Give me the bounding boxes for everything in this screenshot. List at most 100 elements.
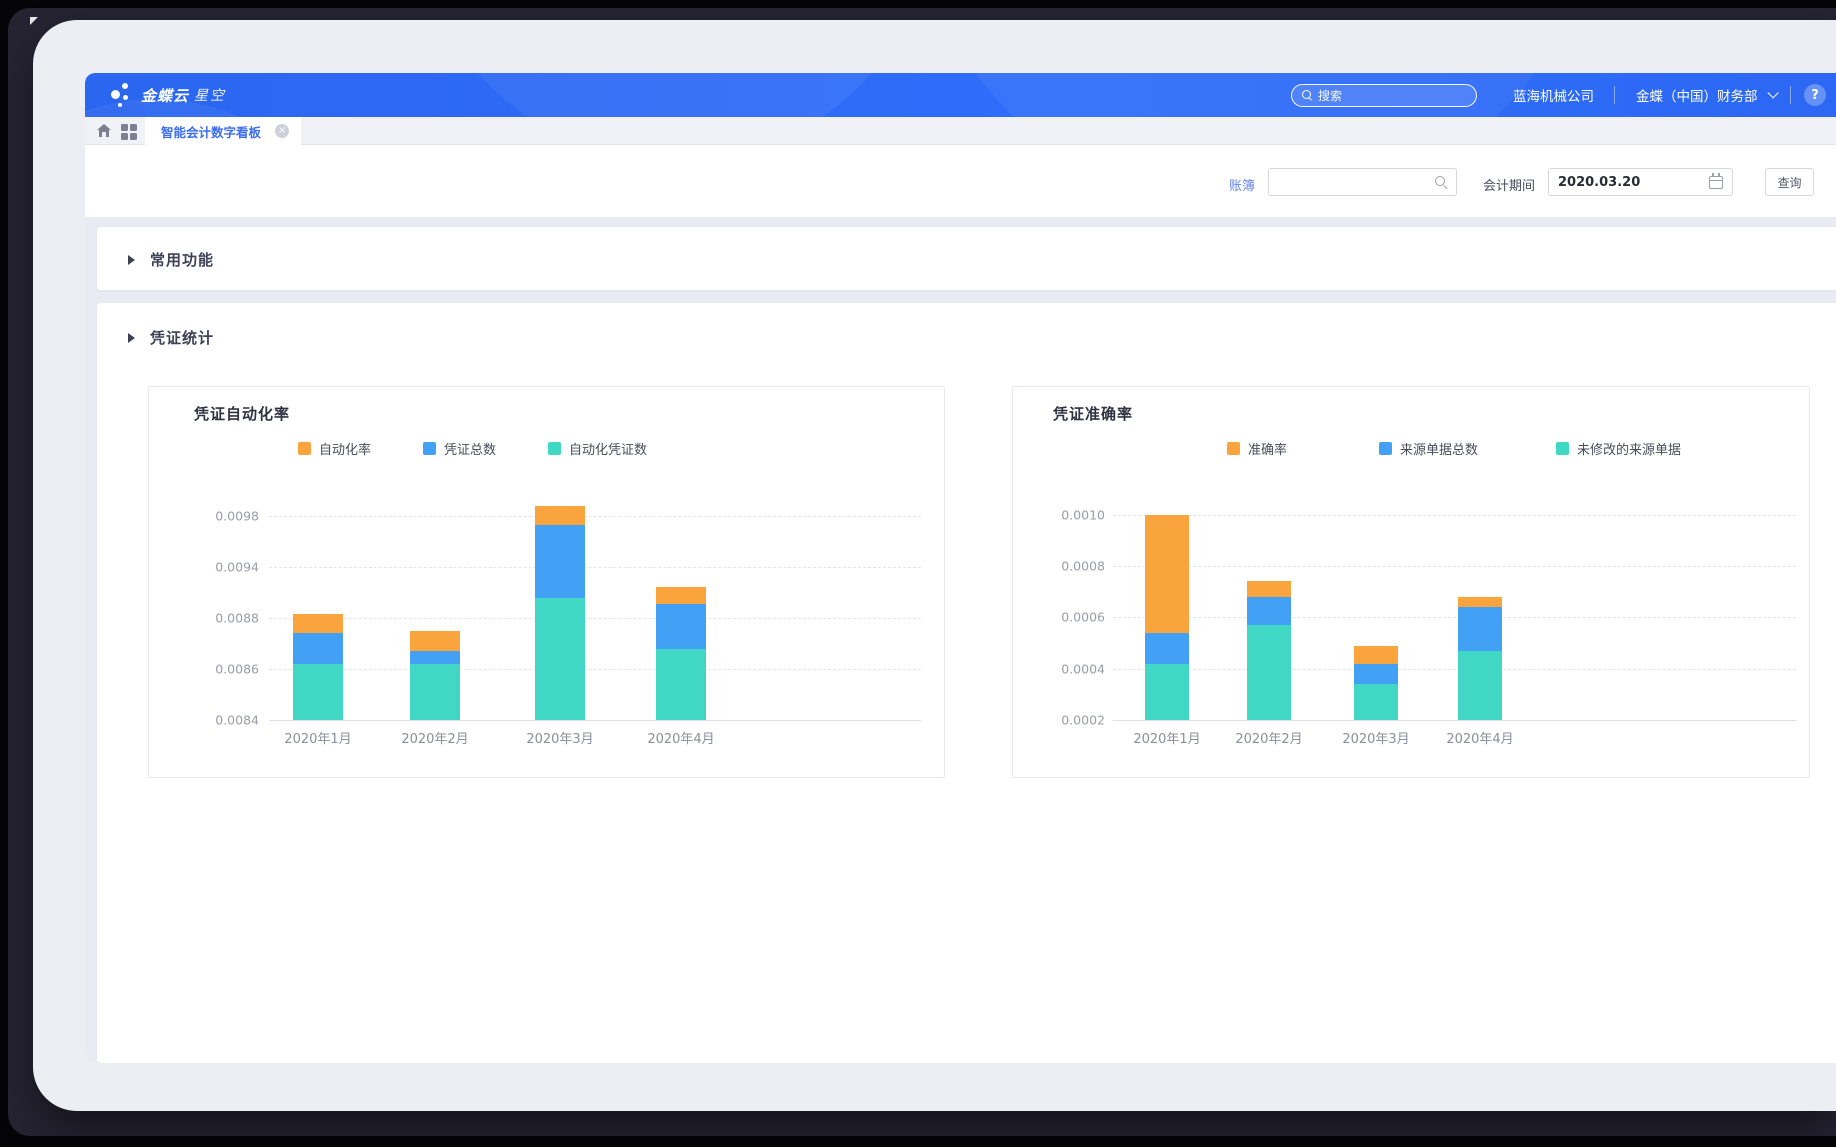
bar-segment-自动化率[interactable] — [535, 506, 585, 525]
page-content: 常用功能 凭证统计 凭证自动化率自动化率凭证总数自动化凭证数0.00840.00… — [85, 217, 1836, 1063]
bar-segment-凭证总数[interactable] — [410, 651, 460, 664]
query-button[interactable]: 查询 — [1765, 168, 1814, 196]
book-label[interactable]: 账簿 — [1229, 175, 1255, 194]
x-axis-label: 2020年1月 — [263, 728, 373, 747]
gridline — [269, 618, 921, 619]
y-tick-label: 0.0004 — [1045, 661, 1105, 676]
common-functions-card: 常用功能 — [97, 227, 1836, 290]
legend-label: 未修改的来源单据 — [1577, 439, 1681, 458]
gridline — [269, 669, 921, 670]
legend-swatch — [423, 442, 436, 455]
search-icon — [1302, 90, 1313, 101]
bar-segment-自动化率[interactable] — [656, 587, 706, 605]
period-label: 会计期间 — [1483, 175, 1535, 194]
close-icon[interactable]: × — [275, 124, 289, 138]
voucher-stats-card: 凭证统计 凭证自动化率自动化率凭证总数自动化凭证数0.00840.00860.0… — [97, 303, 1836, 1063]
calendar-icon[interactable] — [1709, 176, 1723, 189]
legend-item[interactable]: 自动化凭证数 — [548, 439, 647, 458]
brand-name: 金蝶云 — [141, 85, 189, 106]
y-tick-label: 0.0086 — [199, 662, 259, 677]
legend-swatch — [298, 442, 311, 455]
bar-segment-自动化凭证数[interactable] — [535, 598, 585, 720]
kingdee-logo[interactable]: 金蝶云 星空 — [109, 81, 226, 109]
bar-segment-来源单据总数[interactable] — [1145, 633, 1189, 664]
x-axis-label: 2020年4月 — [626, 728, 736, 747]
y-tick-label: 0.0088 — [199, 611, 259, 626]
global-search[interactable] — [1291, 84, 1477, 107]
divider — [1614, 86, 1615, 104]
gridline — [1113, 566, 1796, 567]
company-name[interactable]: 蓝海机械公司 — [1513, 73, 1594, 117]
gridline — [1113, 515, 1796, 516]
bar-segment-准确率[interactable] — [1458, 597, 1502, 607]
legend-label: 自动化率 — [319, 439, 371, 458]
corner-notch — [30, 17, 38, 25]
collapse-arrow-icon — [128, 255, 135, 265]
home-icon[interactable] — [95, 122, 113, 140]
gridline — [1113, 669, 1796, 670]
bar-segment-来源单据总数[interactable] — [1354, 664, 1398, 685]
bar-segment-准确率[interactable] — [1247, 581, 1291, 596]
tab-dashboard[interactable]: 智能会计数字看板 × — [145, 117, 301, 145]
bar-segment-未修改的来源单据[interactable] — [1145, 664, 1189, 720]
gridline — [269, 516, 921, 517]
x-axis-line — [1113, 720, 1796, 721]
x-axis-label: 2020年2月 — [1214, 728, 1324, 747]
y-tick-label: 0.0008 — [1045, 559, 1105, 574]
divider — [1790, 86, 1791, 104]
legend-item[interactable]: 凭证总数 — [423, 439, 496, 458]
legend-item[interactable]: 未修改的来源单据 — [1556, 439, 1681, 458]
bar-segment-凭证总数[interactable] — [656, 604, 706, 648]
header-decor — [415, 73, 935, 117]
legend-item[interactable]: 自动化率 — [298, 439, 371, 458]
bar-segment-未修改的来源单据[interactable] — [1458, 651, 1502, 720]
help-icon[interactable]: ? — [1804, 84, 1826, 106]
chart-title: 凭证准确率 — [1053, 403, 1133, 424]
book-field[interactable] — [1268, 168, 1457, 196]
legend-label: 来源单据总数 — [1400, 439, 1478, 458]
bar-segment-准确率[interactable] — [1354, 646, 1398, 664]
user-org-dropdown[interactable]: 金蝶（中国）财务部 — [1636, 73, 1775, 117]
legend-item[interactable]: 来源单据总数 — [1379, 439, 1478, 458]
period-field[interactable] — [1548, 168, 1733, 196]
x-axis-label: 2020年4月 — [1425, 728, 1535, 747]
bar-segment-自动化凭证数[interactable] — [410, 664, 460, 720]
x-axis-label: 2020年2月 — [380, 728, 490, 747]
bar-segment-凭证总数[interactable] — [293, 633, 343, 664]
bar-segment-自动化凭证数[interactable] — [293, 664, 343, 720]
logo-dots-icon — [109, 81, 135, 109]
bar-segment-凭证总数[interactable] — [535, 525, 585, 599]
y-tick-label: 0.0094 — [199, 560, 259, 575]
legend-swatch — [1379, 442, 1392, 455]
bar-segment-未修改的来源单据[interactable] — [1354, 684, 1398, 720]
bar-segment-来源单据总数[interactable] — [1247, 597, 1291, 625]
legend-item[interactable]: 准确率 — [1227, 439, 1287, 458]
app-panel: 金蝶云 星空 蓝海机械公司 金蝶（中国）财务部 ? — [85, 73, 1836, 1063]
filter-toolbar: 账簿 会计期间 查询 — [85, 145, 1836, 217]
lookup-search-icon[interactable] — [1435, 176, 1448, 189]
x-axis-label: 2020年1月 — [1112, 728, 1222, 747]
bar-segment-自动化率[interactable] — [410, 631, 460, 651]
bar-segment-自动化凭证数[interactable] — [656, 649, 706, 720]
apps-grid-icon[interactable] — [120, 122, 138, 140]
book-input[interactable] — [1269, 169, 1419, 195]
y-tick-label: 0.0002 — [1045, 713, 1105, 728]
x-axis-label: 2020年3月 — [1321, 728, 1431, 747]
y-tick-label: 0.0084 — [199, 713, 259, 728]
bar-segment-未修改的来源单据[interactable] — [1247, 625, 1291, 720]
header-decor — [905, 73, 1605, 117]
bar-segment-准确率[interactable] — [1145, 515, 1189, 633]
section-common-functions[interactable]: 常用功能 — [128, 249, 214, 270]
bar-segment-来源单据总数[interactable] — [1458, 607, 1502, 651]
section-voucher-stats[interactable]: 凭证统计 — [128, 327, 214, 348]
bar-segment-自动化率[interactable] — [293, 614, 343, 634]
chart-automation-rate: 凭证自动化率自动化率凭证总数自动化凭证数0.00840.00860.00880.… — [148, 386, 945, 778]
gridline — [1113, 617, 1796, 618]
tab-bar: 智能会计数字看板 × — [85, 117, 1836, 145]
period-input[interactable] — [1549, 169, 1689, 195]
gridline — [269, 567, 921, 568]
search-input[interactable] — [1318, 89, 1458, 103]
screenshot-stage: 金蝶云 星空 蓝海机械公司 金蝶（中国）财务部 ? — [0, 0, 1836, 1147]
x-axis-line — [269, 720, 921, 721]
brand-suffix: 星空 — [194, 85, 226, 105]
